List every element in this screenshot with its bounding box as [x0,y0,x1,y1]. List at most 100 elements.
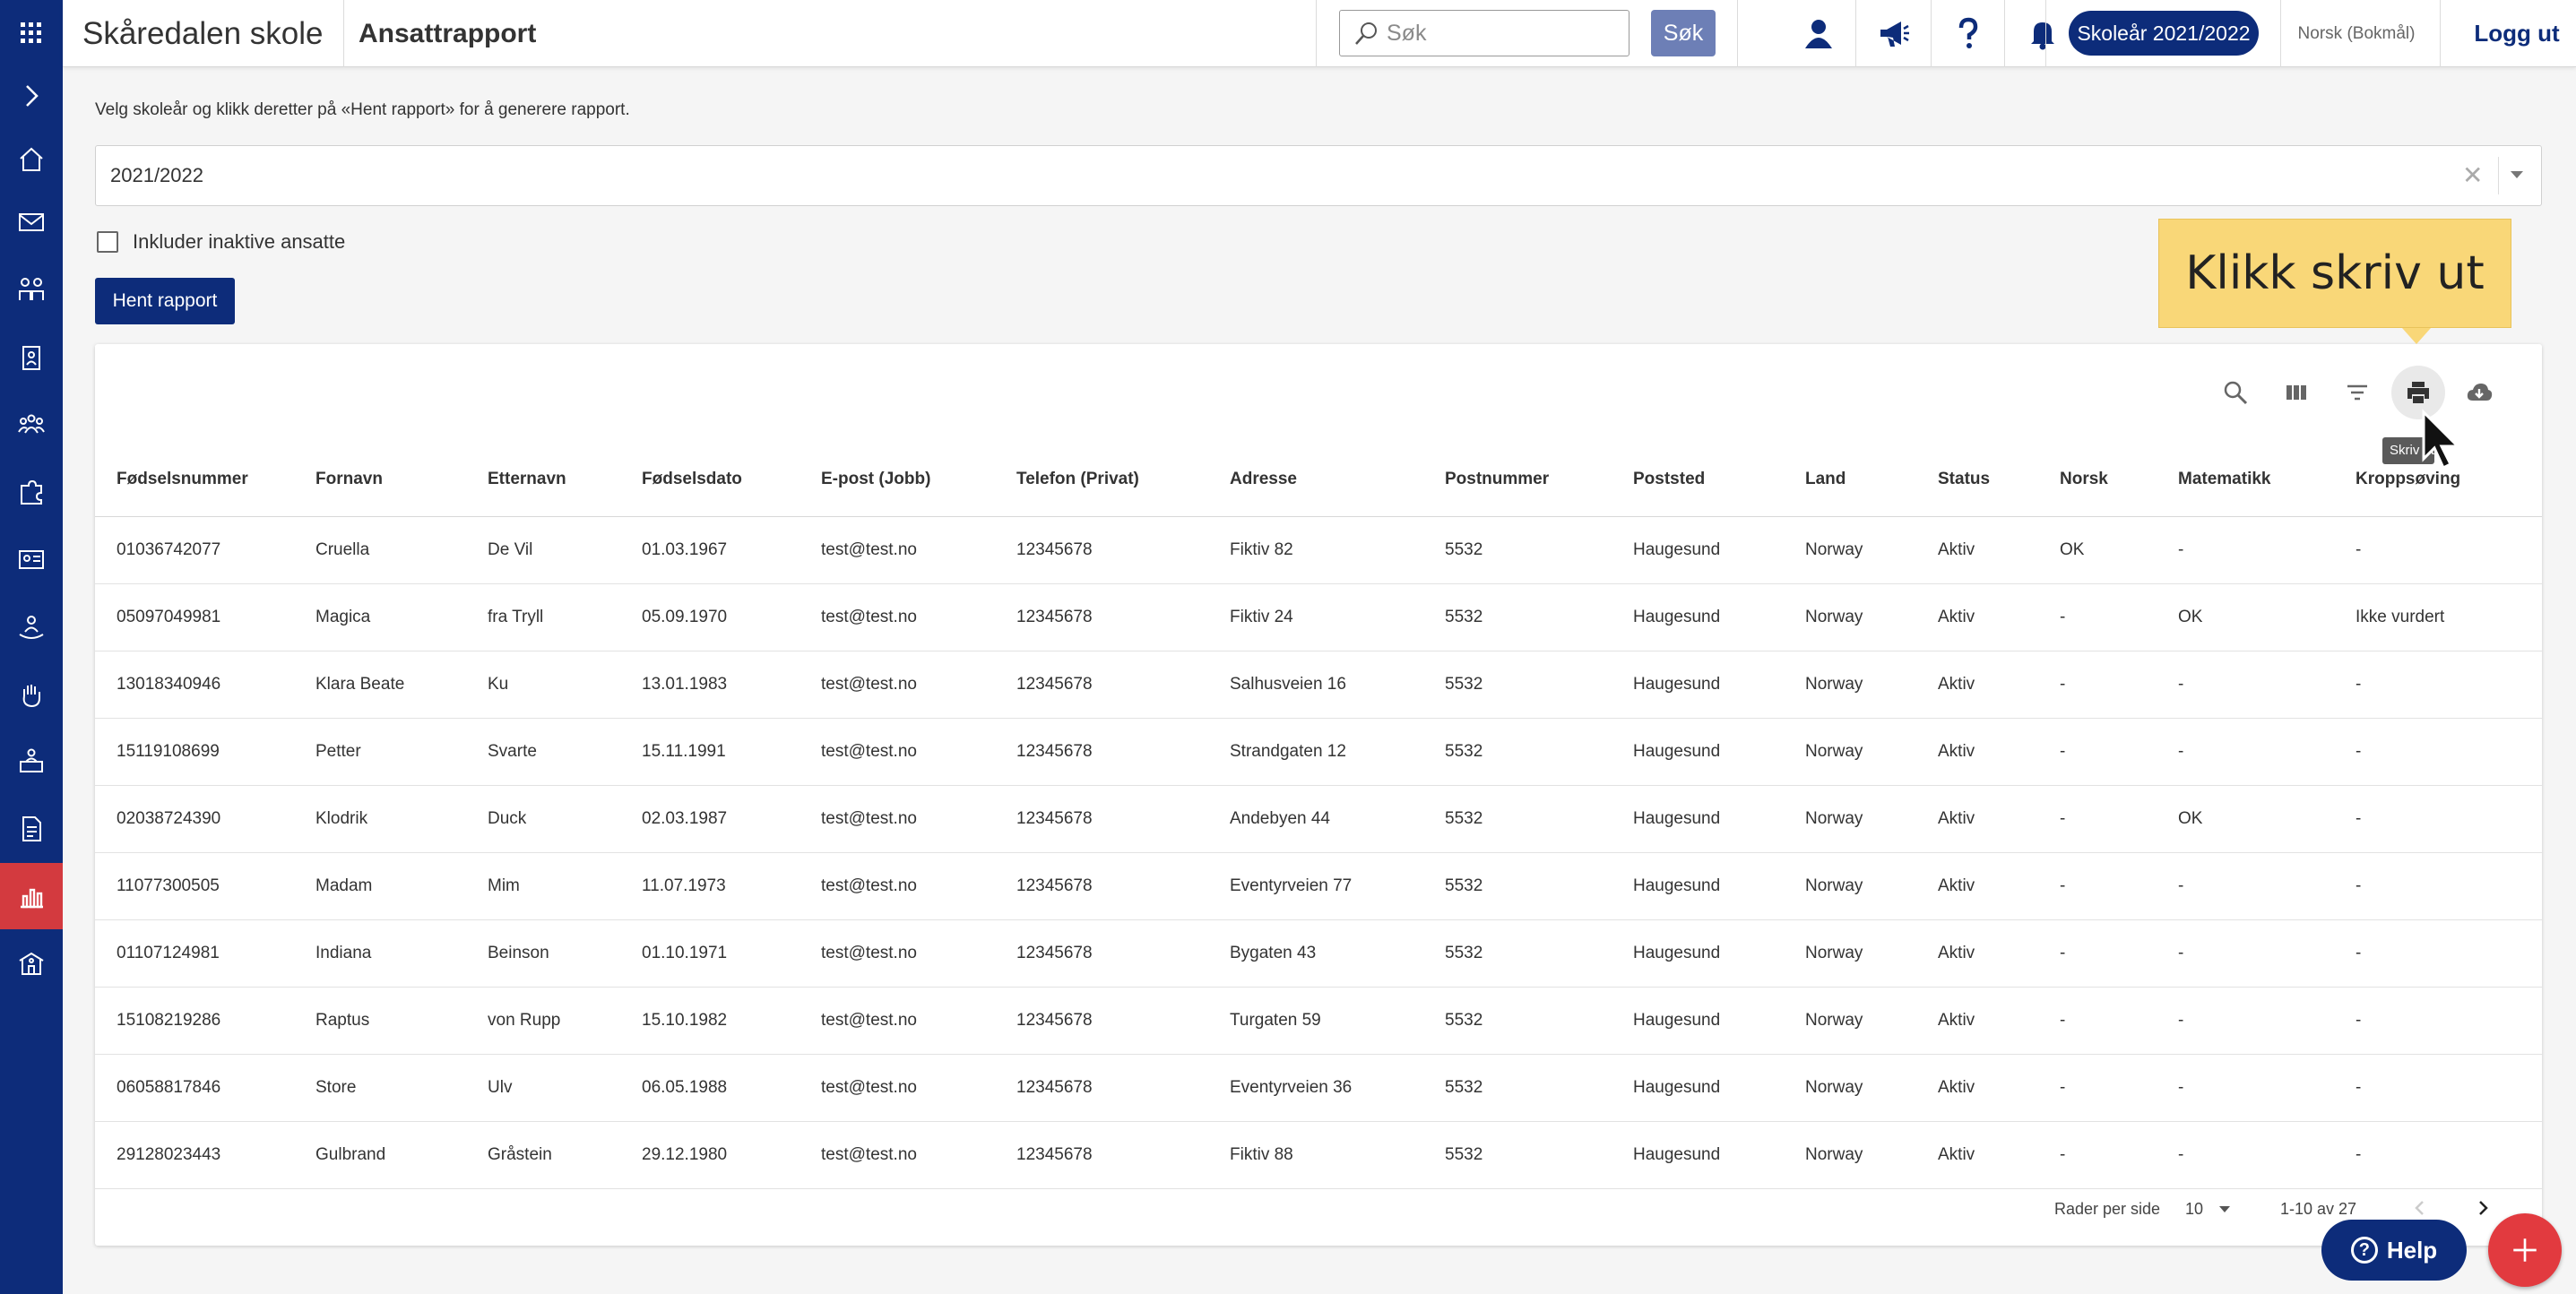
puzzle-icon[interactable] [0,459,63,525]
table-cell: Aktiv [1938,1121,2060,1189]
megaphone-icon[interactable] [1857,0,1931,67]
search-input[interactable] [1387,11,1621,56]
table-cell: 12345678 [1016,919,1230,988]
table-cell: Aktiv [1938,919,2060,988]
add-button[interactable] [2488,1213,2562,1287]
include-inactive-checkbox[interactable] [97,231,118,253]
mail-icon[interactable] [0,189,63,255]
table-cell: 5532 [1445,583,1633,651]
search-icon[interactable] [2209,366,2262,419]
home-icon[interactable] [0,126,63,193]
table-cell: Norway [1805,785,1938,853]
column-header[interactable]: Norsk [2060,443,2178,517]
column-header[interactable]: Fornavn [316,443,488,517]
table-cell: 12345678 [1016,1121,1230,1189]
school-icon[interactable] [0,930,63,996]
chevron-down-icon[interactable] [2511,171,2523,178]
groups-icon[interactable] [0,256,63,323]
chevron-down-icon[interactable] [2219,1206,2230,1212]
table-row[interactable]: 06058817846 Store Ulv 06.05.1988 test@test.n… [95,1054,2542,1122]
table-cell: 29.12.1980 [642,1121,821,1189]
table-cell: 13.01.1983 [642,651,821,719]
hand-icon[interactable] [0,661,63,728]
table-cell: Magica [316,583,488,651]
document-icon[interactable] [0,796,63,862]
table-cell: Fiktiv 24 [1230,583,1445,651]
chevron-right-icon [2479,1201,2488,1215]
table-row[interactable]: 13018340946 Klara Beate Ku 13.01.1983 test@t… [95,651,2542,719]
filter-icon[interactable] [2330,366,2384,419]
column-header[interactable]: Status [1938,443,2060,517]
table-cell: test@test.no [821,651,1016,719]
language-select[interactable]: Norsk (Bokmål) [2289,0,2424,67]
rows-per-page-select[interactable]: 10 [2185,1200,2203,1219]
table-row[interactable]: 15108219286 Raptus von Rupp 15.10.1982 test@… [95,987,2542,1055]
table-cell: Duck [488,785,642,853]
table-row[interactable]: 15119108699 Petter Svarte 15.11.1991 test@te… [95,718,2542,786]
divider [1855,0,1856,67]
column-header[interactable]: Adresse [1230,443,1445,517]
table-cell: - [2060,1121,2178,1189]
school-name[interactable]: Skåredalen skole [82,0,324,67]
table-cell: 5532 [1445,1121,1633,1189]
schoolyear-button[interactable]: Skoleår 2021/2022 [2069,11,2259,56]
table-cell: - [2178,1121,2356,1189]
table-cell: - [2178,516,2356,584]
table-cell: 01.10.1971 [642,919,821,988]
expand-chevron-icon[interactable] [0,63,63,129]
table-row[interactable]: 05097049981 Magica fra Tryll 05.09.1970 test… [95,583,2542,651]
table-row[interactable]: 01036742077 Cruella De Vil 01.03.1967 test@t… [95,516,2542,584]
team-icon[interactable] [0,391,63,457]
table-cell: - [2060,651,2178,719]
table-row[interactable]: 29128023443 Gulbrand Gråstein 29.12.1980 tes… [95,1121,2542,1189]
next-page-button[interactable] [2467,1192,2499,1224]
table-cell: Aktiv [1938,852,2060,920]
column-header[interactable]: Poststed [1633,443,1805,517]
column-header[interactable]: Matematikk [2178,443,2356,517]
column-header[interactable]: Telefon (Privat) [1016,443,1230,517]
column-header[interactable]: Fødselsdato [642,443,821,517]
schoolyear-select-value: 2021/2022 [110,164,203,186]
table-cell: 5532 [1445,919,1633,988]
person-care-icon[interactable] [0,593,63,660]
apps-grid-icon[interactable] [0,0,63,66]
column-header[interactable]: Postnummer [1445,443,1633,517]
schoolyear-select[interactable]: 2021/2022 ✕ [95,145,2542,206]
table-row[interactable]: 01107124981 Indiana Beinson 01.10.1971 test@… [95,919,2542,988]
badge-icon[interactable] [0,324,63,391]
table-cell: Haugesund [1633,1121,1805,1189]
column-header[interactable]: Etternavn [488,443,642,517]
search-button[interactable]: Søk [1651,10,1716,56]
table-cell: Norway [1805,1121,1938,1189]
table-cell: Norway [1805,718,1938,786]
search-box[interactable] [1339,10,1629,56]
column-header[interactable]: E-post (Jobb) [821,443,1016,517]
table-cell: 12345678 [1016,1054,1230,1122]
table-cell: - [2178,1054,2356,1122]
column-header[interactable]: Land [1805,443,1938,517]
chevron-left-icon [2415,1201,2424,1215]
table-cell: Norway [1805,919,1938,988]
help-button[interactable]: ? Help [2321,1220,2467,1281]
table-cell: von Rupp [488,987,642,1055]
fetch-report-button[interactable]: Hent rapport [95,278,235,324]
table-row[interactable]: 02038724390 Klodrik Duck 02.03.1987 test@tes… [95,785,2542,853]
profile-icon[interactable] [1782,0,1855,67]
table-row[interactable]: 11077300505 Madam Mim 11.07.1973 test@test.n… [95,852,2542,920]
table-cell: Haugesund [1633,516,1805,584]
id-card-icon[interactable] [0,526,63,592]
column-header[interactable]: Fødselsnummer [95,443,316,517]
include-inactive-label[interactable]: Inkluder inaktive ansatte [133,230,345,254]
table-cell: 01.03.1967 [642,516,821,584]
table-cell: Store [316,1054,488,1122]
table-cell: Aktiv [1938,718,2060,786]
logout-button[interactable]: Logg ut [2458,0,2576,67]
help-question-icon[interactable] [1932,0,2005,67]
columns-icon[interactable] [2269,366,2323,419]
desk-icon[interactable] [0,728,63,794]
table-cell: Aktiv [1938,516,2060,584]
bar-chart-icon[interactable] [0,863,63,929]
table-cell: - [2060,785,2178,853]
clear-icon[interactable]: ✕ [2462,146,2483,205]
table-cell: Haugesund [1633,785,1805,853]
